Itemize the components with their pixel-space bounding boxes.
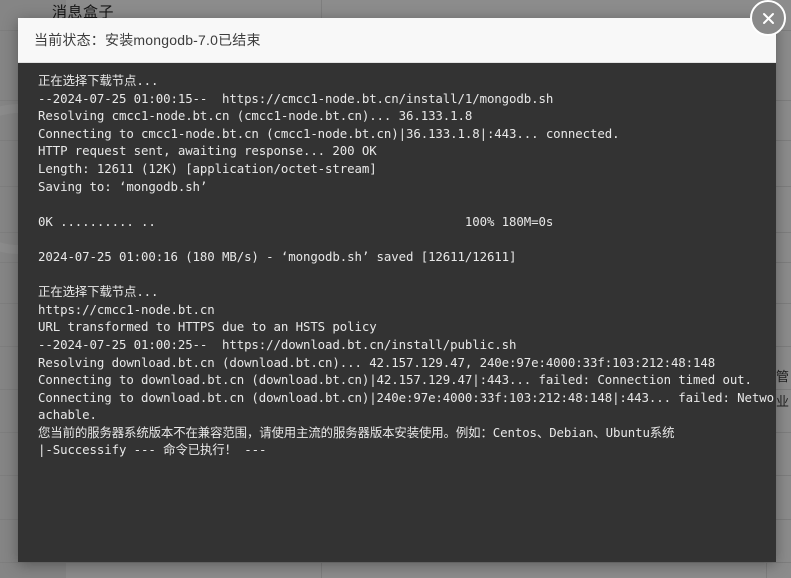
terminal-line: 您当前的服务器系统版本不在兼容范围，请使用主流的服务器版本安装使用。例如：Cen… — [38, 424, 675, 440]
terminal-line: 2024-07-25 01:00:16 (180 MB/s) - ‘mongod… — [38, 248, 517, 264]
terminal-line: Connecting to download.bt.cn (download.b… — [38, 372, 752, 388]
terminal-line: Saving to: ‘mongodb.sh’ — [38, 178, 208, 194]
screen: 消息盒子 管 业 当前状态：安装mongodb-7.0已结束 正在选择下载节点.… — [0, 0, 791, 578]
close-circle-icon[interactable] — [750, 0, 786, 36]
terminal-line: --2024-07-25 01:00:15-- https://cmcc1-no… — [38, 90, 554, 106]
terminal-line: --2024-07-25 01:00:25-- https://download… — [38, 336, 517, 352]
dialog-status-title: 当前状态：安装mongodb-7.0已结束 — [34, 32, 261, 48]
terminal-line: URL transformed to HTTPS due to an HSTS … — [38, 319, 377, 335]
message-box-dialog: 当前状态：安装mongodb-7.0已结束 正在选择下载节点... --2024-… — [18, 0, 786, 562]
terminal-line: 正在选择下载节点... — [38, 284, 159, 300]
terminal-line: HTTP request sent, awaiting response... … — [38, 143, 377, 159]
terminal-output-log[interactable]: 正在选择下载节点... --2024-07-25 01:00:15-- https… — [18, 63, 776, 562]
terminal-line: Length: 12611 (12K) [application/octet-s… — [38, 160, 377, 176]
terminal-line: Resolving cmcc1-node.bt.cn (cmcc1-node.b… — [38, 108, 473, 124]
terminal-line: 正在选择下载节点... — [38, 73, 159, 88]
terminal-line: 0K .......... .. 100% 180M=0s — [38, 213, 554, 229]
terminal-line: https://cmcc1-node.bt.cn — [38, 301, 215, 317]
terminal-line: Resolving download.bt.cn (download.bt.cn… — [38, 354, 716, 370]
terminal-line: |-Successify --- 命令已执行！ --- — [38, 442, 267, 458]
terminal-line: Connecting to download.bt.cn (download.b… — [38, 389, 776, 405]
terminal-line: Connecting to cmcc1-node.bt.cn (cmcc1-no… — [38, 125, 620, 141]
dialog-header: 当前状态：安装mongodb-7.0已结束 — [18, 0, 786, 63]
terminal-line: achable. — [38, 407, 97, 423]
